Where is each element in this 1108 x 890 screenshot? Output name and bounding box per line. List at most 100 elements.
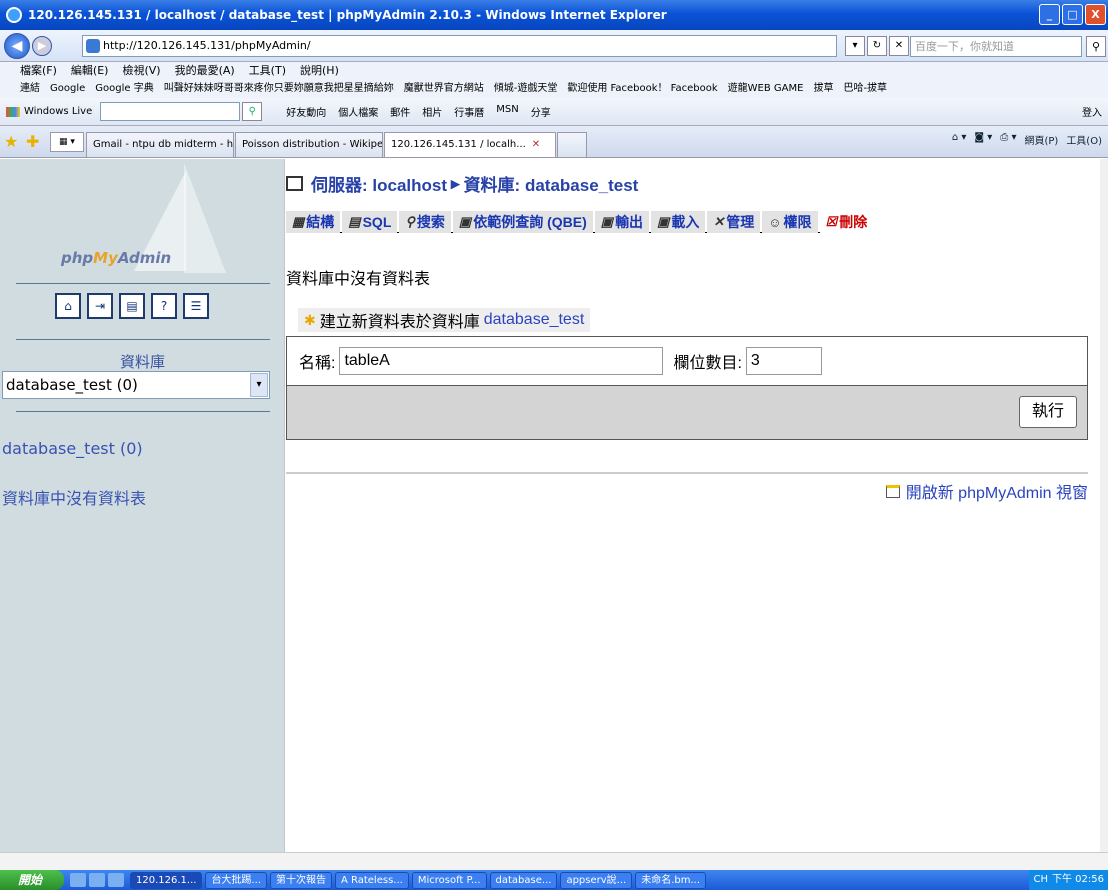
tab-search[interactable]: ⚲ 搜索 — [399, 211, 451, 233]
tab-wikipedia[interactable]: Poisson distribution - Wikiped... — [235, 132, 383, 157]
maximize-button[interactable]: □ — [1062, 4, 1083, 25]
quicklaunch-icon[interactable] — [70, 873, 86, 887]
search-input[interactable]: 百度一下，你就知道 — [910, 36, 1082, 57]
exit-icon[interactable]: ⇥ — [87, 293, 113, 319]
fav-item[interactable]: 拔草 — [813, 80, 833, 98]
sidebar: phpMyAdmin ⌂ ⇥ ▤ ? ☰ 資料庫 database_test (… — [0, 159, 285, 862]
database-select[interactable]: database_test (0) ▾ — [2, 371, 270, 399]
taskbar-item[interactable]: A Rateless... — [334, 871, 409, 889]
page-icon — [86, 39, 100, 53]
table-name-input[interactable]: tableA — [339, 346, 664, 375]
tab-operations[interactable]: ✕ 管理 — [707, 211, 761, 233]
input-lang[interactable]: CH — [1033, 870, 1048, 890]
system-tray: CH 下午 02:56 — [1029, 870, 1108, 890]
quicklaunch-icon[interactable] — [89, 873, 105, 887]
vertical-scrollbar[interactable] — [1100, 159, 1108, 862]
tab-gmail[interactable]: Gmail - ntpu db midterm - hgc... — [86, 132, 234, 157]
menu-file[interactable]: 檔案(F) — [20, 62, 57, 80]
fav-item[interactable]: 叫聲好妹妹呀哥哥來疼你只要妳願意我把星星摘給妳 — [164, 80, 394, 98]
close-tab-icon[interactable]: ✕ — [532, 139, 540, 150]
menu-edit[interactable]: 編輯(E) — [71, 62, 109, 80]
taskbar-item[interactable]: 第十次報告 — [269, 871, 332, 889]
windows-live-toolbar: Windows Live ⚲ 好友動向 個人檔案 郵件 相片 行事曆 MSN 分… — [0, 98, 1108, 126]
refresh-icon[interactable]: ↻ — [867, 36, 887, 56]
go-button[interactable]: 執行 — [1019, 396, 1077, 428]
favorites-bar: 連結 Google Google 字典 叫聲好妹妹呀哥哥來疼你只要妳願意我把星星… — [0, 80, 1108, 98]
tab-phpmyadmin[interactable]: 120.126.145.131 / localh... ✕ — [384, 132, 556, 157]
chevron-down-icon[interactable]: ▾ — [250, 373, 268, 397]
sidebar-db-link[interactable]: database_test (0) — [2, 439, 143, 458]
open-new-window-link[interactable]: 開啟新 phpMyAdmin 視窗 — [885, 479, 1088, 503]
dropdown-icon[interactable]: ▾ — [845, 36, 865, 56]
feeds-icon[interactable]: ◙ ▾ — [974, 132, 992, 147]
add-favorite-icon[interactable]: ✚ — [26, 132, 44, 151]
sql-query-icon[interactable]: ▤ — [119, 293, 145, 319]
crumb-server[interactable]: 伺服器: localhost — [311, 171, 447, 196]
fav-item[interactable]: 遊龍WEB GAME — [728, 80, 804, 98]
ie-icon — [6, 7, 22, 23]
fav-item[interactable]: 傾城-遊戲天堂 — [494, 80, 558, 98]
server-icon — [286, 176, 303, 191]
search-icon[interactable]: ⚲ — [1086, 36, 1106, 57]
taskbar-item[interactable]: appserv說... — [560, 871, 633, 889]
quick-tabs-icon[interactable]: ▦ ▾ — [50, 131, 84, 152]
page-menu[interactable]: 網頁(P) — [1024, 132, 1058, 147]
tab-structure[interactable]: ▦ 結構 — [286, 211, 341, 233]
field-count-input[interactable]: 3 — [745, 346, 822, 375]
windows-live-icon — [6, 106, 20, 117]
live-item[interactable]: 行事曆 — [454, 104, 484, 119]
forward-button[interactable]: ▶ — [32, 35, 52, 56]
tab-drop[interactable]: ☒ 刪除 — [819, 211, 874, 233]
menu-tools[interactable]: 工具(T) — [249, 62, 286, 80]
windows-live-label: Windows Live — [24, 106, 93, 117]
live-item[interactable]: 個人檔案 — [338, 104, 378, 119]
quicklaunch-icon[interactable] — [108, 873, 124, 887]
export-icon: ▣ — [600, 214, 614, 229]
menu-favorites[interactable]: 我的最愛(A) — [175, 62, 235, 80]
menu-view[interactable]: 檢視(V) — [122, 62, 160, 80]
live-item[interactable]: MSN — [496, 104, 518, 119]
live-search-input[interactable] — [100, 102, 241, 121]
live-item[interactable]: 相片 — [422, 104, 442, 119]
live-search-icon[interactable]: ⚲ — [242, 102, 263, 121]
taskbar-item[interactable]: 台大批踢... — [205, 871, 267, 889]
phpmyadmin-logo[interactable]: phpMyAdmin — [61, 249, 171, 267]
tab-privileges[interactable]: ☺ 權限 — [762, 211, 818, 233]
new-tab-button[interactable] — [557, 132, 587, 157]
close-button[interactable]: X — [1085, 4, 1106, 25]
tab-import[interactable]: ▣ 載入 — [651, 211, 706, 233]
menu-help[interactable]: 說明(H) — [300, 62, 339, 80]
window-title-bar: 120.126.145.131 / localhost / database_t… — [0, 0, 1108, 30]
fav-item[interactable]: 魔獸世界官方網站 — [404, 80, 484, 98]
new-window-icon — [885, 484, 900, 498]
fav-item[interactable]: 巴哈-拔草 — [843, 80, 887, 98]
tab-export[interactable]: ▣ 輸出 — [594, 211, 650, 233]
tab-qbe[interactable]: ▣ 依範例查詢 (QBE) — [452, 211, 593, 233]
login-link[interactable]: 登入 — [1082, 104, 1102, 119]
home-icon[interactable]: ⌂ ▾ — [952, 132, 967, 147]
crumb-database[interactable]: 資料庫: database_test — [464, 171, 639, 196]
horizontal-scrollbar[interactable] — [0, 852, 1108, 870]
url-input[interactable]: http://120.126.145.131/phpMyAdmin/ — [82, 35, 837, 57]
help-icon[interactable]: ? — [151, 293, 177, 319]
live-item[interactable]: 分享 — [531, 104, 551, 119]
favorites-star-icon[interactable]: ★ — [4, 132, 22, 151]
stop-icon[interactable]: ✕ — [889, 36, 909, 56]
fav-item[interactable]: 歡迎使用 Facebook！ Facebook — [567, 80, 717, 98]
minimize-button[interactable]: _ — [1039, 4, 1060, 25]
taskbar-item[interactable]: database... — [489, 871, 558, 889]
tools-menu[interactable]: 工具(O) — [1066, 132, 1102, 147]
taskbar-item[interactable]: 未命名.bm... — [635, 871, 707, 889]
taskbar-item[interactable]: Microsoft P... — [411, 871, 487, 889]
taskbar-item[interactable]: 120.126.1... — [130, 871, 203, 889]
print-icon[interactable]: ⎙ ▾ — [1000, 132, 1016, 147]
back-button[interactable]: ◀ — [4, 32, 30, 59]
live-item[interactable]: 好友動向 — [286, 104, 326, 119]
fav-item[interactable]: Google 字典 — [95, 80, 153, 98]
live-item[interactable]: 郵件 — [390, 104, 410, 119]
fav-item[interactable]: Google — [50, 80, 85, 98]
sql-docs-icon[interactable]: ☰ — [183, 293, 209, 319]
start-button[interactable]: 開始 — [0, 870, 64, 890]
tab-sql[interactable]: ▤ SQL — [342, 211, 398, 233]
home-icon[interactable]: ⌂ — [55, 293, 81, 319]
